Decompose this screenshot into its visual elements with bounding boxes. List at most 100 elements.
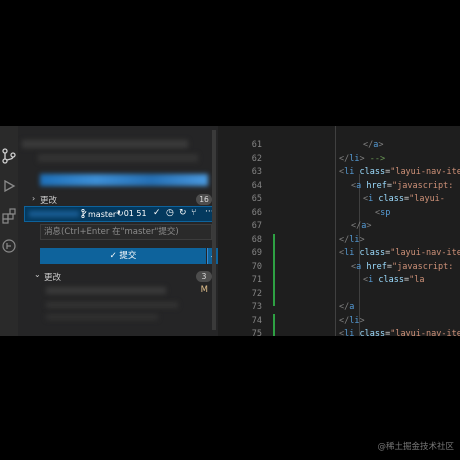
blurred-row [46, 302, 178, 308]
code-token: i [368, 275, 379, 285]
code-token: > [359, 234, 365, 245]
history-icon[interactable]: ◷ [166, 208, 174, 218]
code-line[interactable]: <sp [375, 208, 390, 218]
code-token: </ [339, 302, 350, 312]
code-token: class [378, 275, 404, 285]
blurred-row [46, 314, 158, 320]
code-token: "la [409, 275, 425, 285]
code-token: --> [369, 153, 386, 164]
code-line[interactable]: </li> [339, 235, 365, 245]
code-token: li [349, 153, 360, 164]
extensions-icon[interactable] [1, 208, 17, 224]
changes-header-1[interactable]: › 更改 16 [18, 192, 218, 206]
line-number: 75 [251, 329, 262, 336]
code-token: "javascript: [391, 261, 454, 272]
added-lines-indicator [273, 314, 275, 336]
commit-message-input[interactable]: 消息(Ctrl+Enter 在"master"提交) [40, 224, 212, 240]
commit-button[interactable]: ✓ 提交 [40, 248, 206, 264]
code-token: li [349, 234, 360, 245]
sync-status[interactable]: ↻01 51 [117, 209, 147, 218]
code-token: > [366, 221, 372, 231]
code-token: li [344, 329, 360, 336]
chevron-down-icon: ⌄ [34, 270, 41, 279]
code-token: sp [380, 207, 391, 218]
code-token: > [359, 153, 370, 164]
code-line[interactable]: <a href="javascript: [351, 262, 453, 272]
code-token: "javascript: [391, 180, 454, 191]
code-token: class [378, 194, 404, 204]
code-token: class [359, 329, 386, 336]
code-token: "layui-nav-ite [390, 248, 460, 258]
code-line[interactable]: </li> --> [339, 154, 385, 164]
sync-icon: ↻ [117, 209, 124, 218]
line-number: 66 [251, 207, 262, 218]
branch-icon [81, 208, 87, 219]
code-token: class [359, 167, 386, 177]
code-line[interactable]: </a> [363, 140, 384, 150]
code-line[interactable]: <li class="layui-nav-ite [339, 167, 460, 177]
code-editor[interactable]: 61626364656667686970717273747576 </a></l… [218, 126, 460, 336]
commit-check-icon[interactable]: ✓ [153, 208, 161, 218]
branch-status[interactable]: master* [81, 208, 121, 219]
repository-row[interactable]: master* ↻01 51 ✓ ◷ ↻ ⑂ ··· [24, 206, 214, 222]
line-number: 64 [251, 180, 262, 191]
run-debug-icon[interactable] [1, 178, 17, 194]
changes-count-badge: 16 [196, 194, 212, 205]
check-icon: ✓ [109, 251, 120, 261]
changes-count-badge: 3 [196, 271, 212, 282]
code-token: > [359, 315, 365, 326]
code-line[interactable]: <li class="layui-nav-ite [339, 248, 460, 258]
code-token: li [344, 167, 360, 177]
line-number: 71 [251, 275, 262, 285]
blurred-row [38, 154, 198, 162]
changes-title: 更改 [40, 196, 58, 206]
changes-header-2[interactable]: ⌄ 更改 3 [18, 269, 218, 283]
commit-button-label: 提交 [119, 251, 137, 261]
blurred-repo-row [40, 174, 208, 186]
added-lines-indicator [273, 234, 275, 306]
source-control-panel: › 更改 16 master* ↻01 51 ✓ ◷ ↻ ⑂ ··· 消息(Ct… [18, 126, 218, 336]
line-number: 68 [251, 234, 262, 245]
code-token: href [366, 261, 387, 272]
code-token: "layui-nav-ite [390, 329, 460, 336]
code-token: a [349, 302, 355, 312]
line-number: 72 [251, 288, 262, 299]
code-token: </ [339, 315, 350, 326]
code-token: li [349, 315, 360, 326]
line-number: 70 [251, 261, 262, 272]
code-line[interactable]: </a [339, 302, 354, 312]
file-status-badge: M [200, 285, 208, 295]
line-number: 67 [251, 221, 262, 231]
code-token: </ [339, 234, 350, 245]
code-token: </ [363, 140, 374, 150]
line-number: 65 [251, 194, 262, 204]
code-token: a [356, 180, 367, 191]
code-line[interactable]: <i class="la [363, 275, 424, 285]
code-token: href [366, 180, 387, 191]
code-token: li [344, 248, 360, 258]
code-token: "layui- [409, 194, 445, 204]
line-number: 63 [251, 167, 262, 177]
code-line[interactable]: <i class="layui- [363, 194, 445, 204]
changed-file-row[interactable]: M [18, 284, 218, 297]
line-number: 61 [251, 140, 262, 150]
refresh-icon[interactable]: ↻ [179, 208, 187, 218]
blurred-header [22, 140, 188, 148]
git-graph-icon[interactable] [1, 238, 17, 254]
code-token: class [359, 248, 386, 258]
branch-actions-icon[interactable]: ⑂ [191, 208, 196, 218]
code-token: i [368, 194, 379, 204]
vscode-window: › 更改 16 master* ↻01 51 ✓ ◷ ↻ ⑂ ··· 消息(Ct… [0, 126, 460, 336]
branch-label: master* [88, 210, 121, 219]
code-token: a [356, 261, 367, 272]
code-line[interactable]: </a> [351, 221, 372, 231]
line-number: 69 [251, 248, 262, 258]
code-line[interactable]: <li class="layui-nav-ite [339, 329, 460, 336]
blurred-file-name [46, 287, 166, 294]
panel-scrollbar[interactable] [212, 130, 216, 330]
code-line[interactable]: </li> [339, 316, 365, 326]
code-token: </ [351, 221, 362, 231]
line-number: 73 [251, 302, 262, 312]
code-line[interactable]: <a href="javascript: [351, 181, 453, 191]
source-control-icon[interactable] [1, 148, 17, 164]
